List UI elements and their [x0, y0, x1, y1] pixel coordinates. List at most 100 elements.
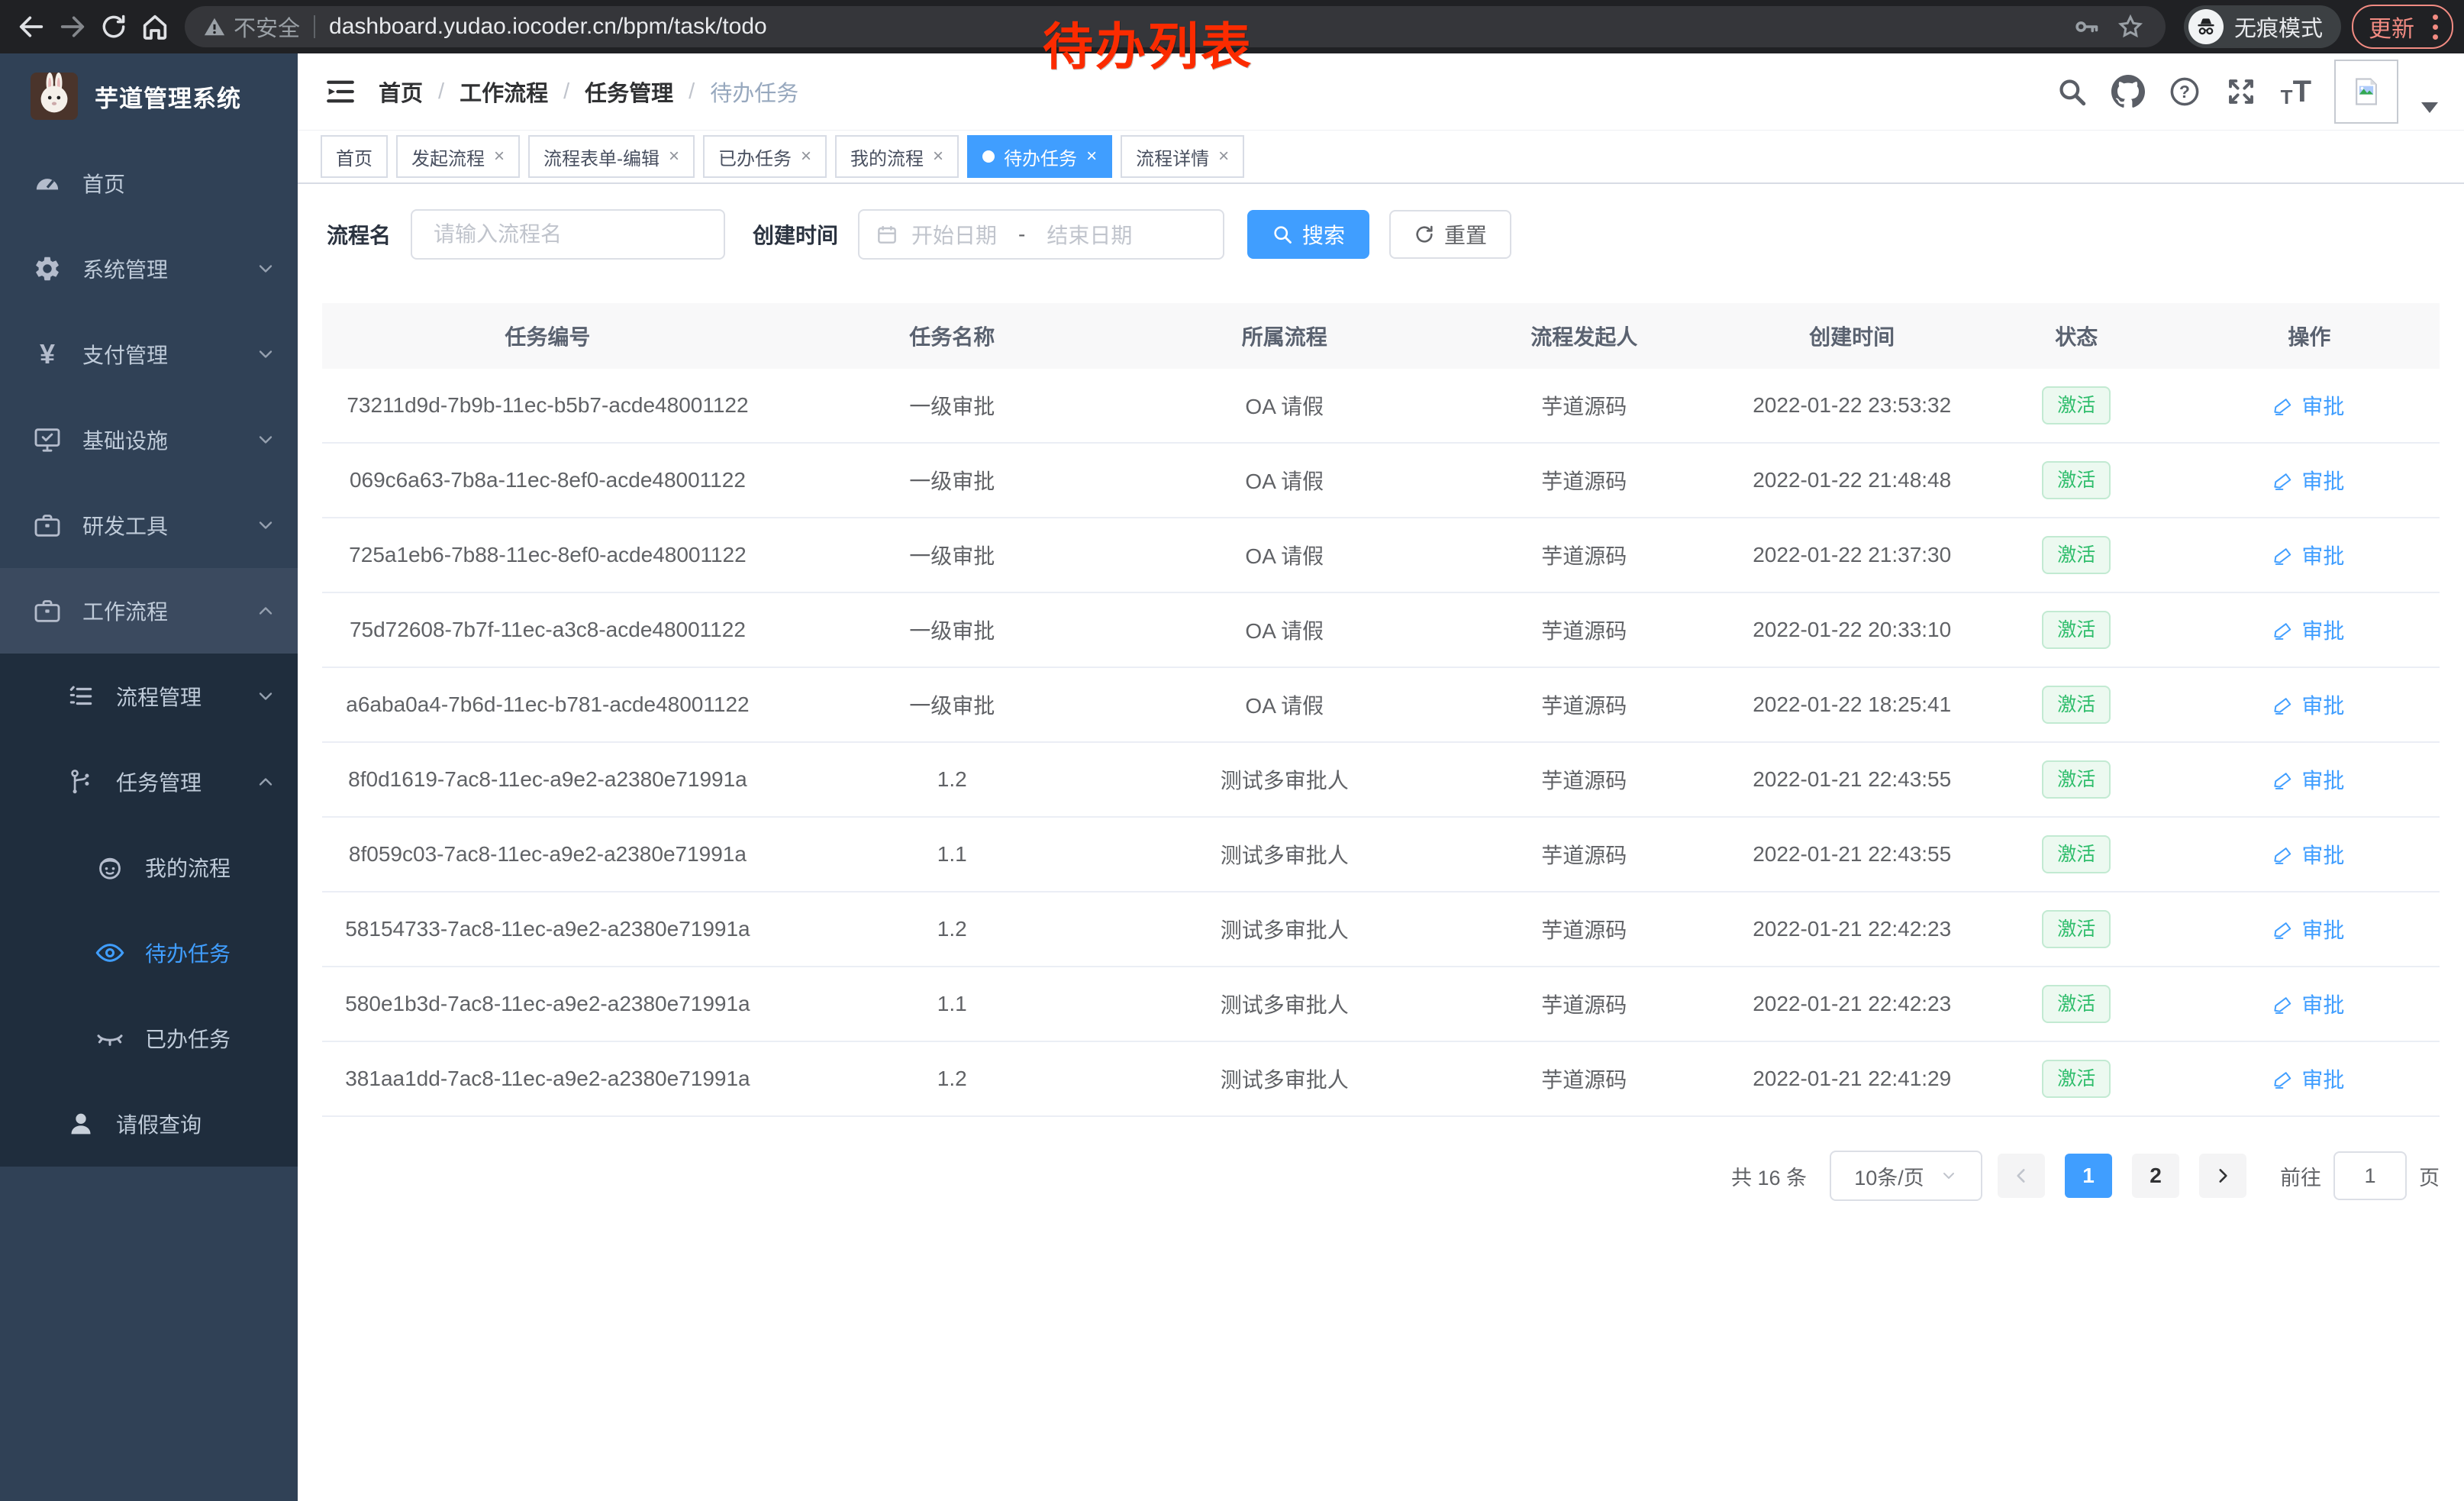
status-badge: 激活 [2042, 760, 2111, 799]
close-icon[interactable] [494, 147, 505, 166]
chevron-up-icon [255, 771, 276, 792]
status-badge: 激活 [2042, 1060, 2111, 1098]
browser-reload-icon[interactable] [93, 6, 134, 47]
security-warning[interactable]: 不安全 [203, 11, 300, 43]
status-badge: 激活 [2042, 835, 2111, 873]
tags-view: 首页 发起流程 流程表单-编辑 已办任务 我的流程 待办任务 流 [298, 131, 2464, 184]
col-process: 所属流程 [1131, 303, 1438, 369]
browser-home-icon[interactable] [134, 6, 176, 47]
sidebar-item-infrastructure[interactable]: 基础设施 [0, 397, 298, 483]
prev-page-button[interactable] [1998, 1154, 2045, 1198]
breadcrumb-workflow[interactable]: 工作流程 [460, 76, 548, 108]
tab-process-form-edit[interactable]: 流程表单-编辑 [528, 135, 695, 178]
close-icon[interactable] [1086, 147, 1097, 166]
search-button[interactable]: 搜索 [1247, 210, 1369, 259]
password-key-icon[interactable] [2069, 10, 2103, 44]
table-row: 8f0d1619-7ac8-11ec-a9e2-a2380e71991a 1.2… [322, 742, 2440, 817]
browser-menu-icon[interactable] [2427, 15, 2444, 40]
browser-back-icon[interactable] [11, 6, 52, 47]
edit-pen-icon [2274, 994, 2294, 1014]
sidebar-item-todo-tasks[interactable]: 待办任务 [0, 910, 298, 996]
task-id: 725a1eb6-7b88-11ec-8ef0-acde48001122 [322, 518, 773, 592]
table-row: 069c6a63-7b8a-11ec-8ef0-acde48001122 一级审… [322, 443, 2440, 518]
main-area: 首页 / 工作流程 / 任务管理 / 待办任务 ? [298, 53, 2464, 1501]
sidebar-item-leave-query[interactable]: 请假查询 [0, 1081, 298, 1167]
dashboard-icon [31, 166, 64, 200]
sidebar-item-system[interactable]: 系统管理 [0, 226, 298, 311]
approve-button[interactable]: 审批 [2274, 764, 2344, 795]
avatar[interactable] [2334, 60, 2398, 124]
bookmark-star-icon[interactable] [2114, 10, 2147, 44]
task-created: 2022-01-22 20:33:10 [1730, 592, 1974, 667]
task-name: 一级审批 [773, 369, 1131, 443]
incognito-icon [2188, 9, 2224, 44]
col-created: 创建时间 [1730, 303, 1974, 369]
breadcrumb-task-management[interactable]: 任务管理 [585, 76, 673, 108]
font-size-icon[interactable]: TT [2281, 76, 2311, 107]
task-initiator: 芋道源码 [1438, 443, 1730, 518]
task-initiator: 芋道源码 [1438, 967, 1730, 1041]
process-name-label: 流程名 [327, 219, 391, 250]
start-date-placeholder[interactable]: 开始日期 [911, 219, 997, 250]
task-process: OA 请假 [1131, 667, 1438, 742]
tab-home[interactable]: 首页 [321, 135, 388, 178]
tab-start-process[interactable]: 发起流程 [396, 135, 520, 178]
sidebar-item-done-tasks[interactable]: 已办任务 [0, 996, 298, 1081]
reset-button[interactable]: 重置 [1389, 210, 1511, 259]
browser-forward-icon[interactable] [52, 6, 93, 47]
approve-button[interactable]: 审批 [2274, 615, 2344, 645]
task-initiator: 芋道源码 [1438, 592, 1730, 667]
avatar-dropdown-icon[interactable] [2421, 102, 2438, 113]
approve-button[interactable]: 审批 [2274, 689, 2344, 720]
tab-process-detail[interactable]: 流程详情 [1121, 135, 1244, 178]
sidebar-item-devtools[interactable]: 研发工具 [0, 483, 298, 568]
sidebar-item-my-processes[interactable]: 我的流程 [0, 825, 298, 910]
close-icon[interactable] [801, 147, 811, 166]
approve-button[interactable]: 审批 [2274, 540, 2344, 570]
sidebar-item-payment[interactable]: ¥ 支付管理 [0, 311, 298, 397]
search-icon[interactable] [2055, 75, 2088, 108]
browser-update-button[interactable]: 更新 [2352, 5, 2453, 49]
tab-my-processes[interactable]: 我的流程 [835, 135, 959, 178]
approve-button[interactable]: 审批 [2274, 1064, 2344, 1094]
sidebar-collapse-icon[interactable] [324, 75, 357, 108]
sidebar-item-process-management[interactable]: 流程管理 [0, 654, 298, 739]
approve-button[interactable]: 审批 [2274, 914, 2344, 944]
page-2-button[interactable]: 2 [2132, 1154, 2179, 1198]
url-text[interactable]: dashboard.yudao.iocoder.cn/bpm/task/todo [329, 14, 767, 40]
update-label[interactable]: 更新 [2369, 10, 2414, 44]
sidebar-item-workflow[interactable]: 工作流程 [0, 568, 298, 654]
table-row: 8f059c03-7ac8-11ec-a9e2-a2380e71991a 1.1… [322, 817, 2440, 892]
end-date-placeholder[interactable]: 结束日期 [1047, 219, 1132, 250]
task-initiator: 芋道源码 [1438, 742, 1730, 817]
date-range-picker[interactable]: 开始日期 - 结束日期 [858, 209, 1224, 260]
approve-button[interactable]: 审批 [2274, 839, 2344, 870]
top-navbar: 首页 / 工作流程 / 任务管理 / 待办任务 ? [298, 53, 2464, 131]
approve-button[interactable]: 审批 [2274, 465, 2344, 495]
goto-page-input[interactable] [2333, 1151, 2407, 1200]
github-icon[interactable] [2111, 75, 2145, 108]
help-icon[interactable]: ? [2168, 75, 2201, 108]
approve-button[interactable]: 审批 [2274, 390, 2344, 421]
task-id: 8f0d1619-7ac8-11ec-a9e2-a2380e71991a [322, 742, 773, 817]
close-icon[interactable] [669, 147, 679, 166]
sidebar-item-home[interactable]: 首页 [0, 140, 298, 226]
tab-done-tasks[interactable]: 已办任务 [703, 135, 827, 178]
breadcrumb-home[interactable]: 首页 [379, 76, 423, 108]
app-logo [31, 73, 78, 120]
next-page-button[interactable] [2199, 1154, 2246, 1198]
sidebar-item-task-management[interactable]: 任务管理 [0, 739, 298, 825]
close-icon[interactable] [933, 147, 943, 166]
page-size-select[interactable]: 10条/页 [1830, 1151, 1982, 1201]
task-process: 测试多审批人 [1131, 967, 1438, 1041]
fullscreen-icon[interactable] [2224, 75, 2258, 108]
search-icon [1272, 224, 1293, 245]
task-name: 一级审批 [773, 443, 1131, 518]
page-1-button[interactable]: 1 [2065, 1154, 2112, 1198]
face-icon [93, 851, 127, 884]
close-icon[interactable] [1218, 147, 1229, 166]
approve-button[interactable]: 审批 [2274, 989, 2344, 1019]
process-name-input[interactable] [411, 209, 725, 260]
table-header-row: 任务编号 任务名称 所属流程 流程发起人 创建时间 状态 操作 [322, 303, 2440, 369]
tab-todo-tasks[interactable]: 待办任务 [967, 135, 1112, 178]
